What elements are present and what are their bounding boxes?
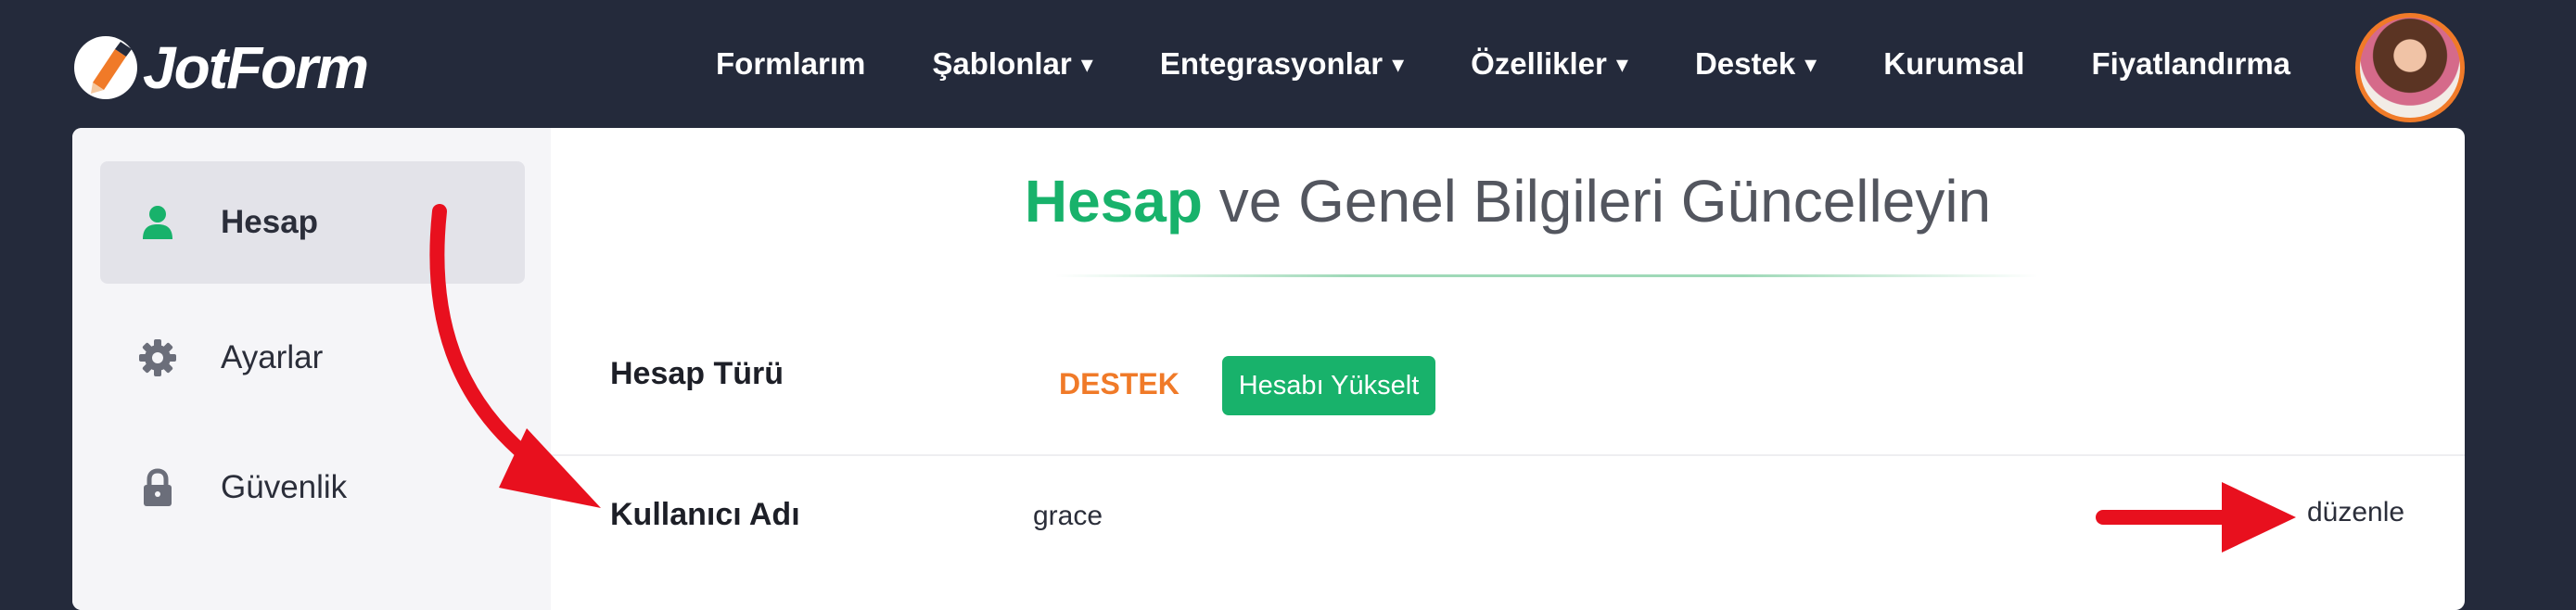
chevron-down-icon: ▾ [1080,49,1093,78]
page-title-rest: ve Genel Bilgileri Güncelleyin [1202,168,1992,235]
nav-item-label: Entegrasyonlar [1159,46,1384,81]
account-type-badge: DESTEK [1059,367,1180,400]
row-divider [551,454,2465,456]
sidebar-item-label: Hesap [221,204,319,240]
chevron-down-icon: ▾ [1615,49,1628,78]
nav-item-sablonlar[interactable]: Şablonlar ▾ [932,46,1092,82]
nav-item-kurumsal[interactable]: Kurumsal [1883,46,2024,82]
account-type-label: Hesap Türü [610,356,784,391]
nav-item-label: Şablonlar [932,46,1072,81]
nav-item-label: Kurumsal [1883,46,2025,81]
nav-item-label: Formlarım [716,46,866,81]
sidebar-item-label: Ayarlar [221,339,324,375]
sidebar-item-label: Güvenlik [221,469,348,505]
sidebar-item-hesap[interactable]: Hesap [100,161,525,284]
sidebar-item-guvenlik[interactable]: Güvenlik [100,426,525,549]
nav-item-fiyatlandirma[interactable]: Fiyatlandırma [2091,46,2290,82]
main-nav: Formlarım Şablonlar ▾ Entegrasyonlar ▾ Ö… [716,46,2357,82]
nav-item-destek[interactable]: Destek ▾ [1695,46,1817,82]
nav-item-entegrasyonlar[interactable]: Entegrasyonlar ▾ [1160,46,1404,82]
edit-username-link[interactable]: düzenle [2307,497,2404,528]
jotform-logo[interactable]: JotForm [74,33,369,102]
user-avatar[interactable] [2355,13,2465,122]
user-icon [143,206,172,239]
nav-item-ozellikler[interactable]: Özellikler ▾ [1471,46,1628,82]
page-title-accent: Hesap [1024,168,1203,235]
chevron-down-icon: ▾ [1392,49,1405,78]
nav-item-label: Özellikler [1471,46,1607,81]
top-navigation-bar: JotForm Formlarım Şablonlar ▾ Entegrasyo… [0,0,2576,128]
brand-name: JotForm [143,34,369,101]
username-label: Kullanıcı Adı [610,497,800,532]
account-settings-card: Hesap Ayarlar Güvenlik Hesap ve Genel Bi… [72,128,2465,610]
upgrade-account-button[interactable]: Hesabı Yükselt [1222,356,1435,415]
sidebar-item-ayarlar[interactable]: Ayarlar [100,297,525,419]
lock-icon [144,468,172,506]
gear-icon [139,339,176,376]
username-value: grace [1033,501,1103,531]
page-title: Hesap ve Genel Bilgileri Güncelleyin [551,167,2465,235]
settings-sidebar: Hesap Ayarlar Güvenlik [72,128,551,610]
nav-item-label: Destek [1694,46,1796,81]
title-divider [1055,274,2038,277]
nav-item-formlarim[interactable]: Formlarım [716,46,865,82]
chevron-down-icon: ▾ [1804,49,1817,78]
nav-item-label: Fiyatlandırma [2091,46,2291,81]
jotform-logo-icon [74,36,137,99]
